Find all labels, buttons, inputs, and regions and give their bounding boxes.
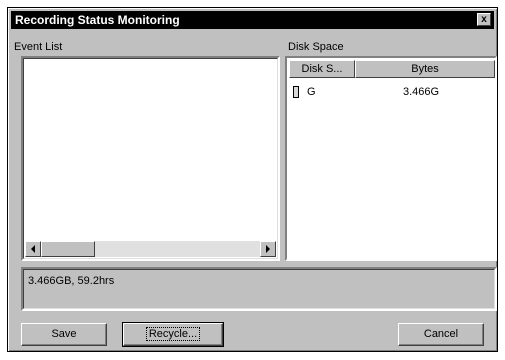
event-list-hscrollbar[interactable] <box>25 241 276 257</box>
scroll-thumb[interactable] <box>41 241 95 257</box>
event-list-label: Event List <box>14 41 63 53</box>
disk-space-label: Disk Space <box>288 41 344 53</box>
drive-name: G <box>307 86 316 98</box>
recycle-button[interactable]: Recycle... <box>122 322 224 347</box>
scroll-right-button[interactable] <box>260 241 276 257</box>
cancel-button-label: Cancel <box>423 328 459 340</box>
arrow-left-icon <box>31 245 35 253</box>
title-bar[interactable]: Recording Status Monitoring x <box>11 11 494 29</box>
cancel-button[interactable]: Cancel <box>398 323 484 346</box>
disk-space-list[interactable]: Disk S... Bytes G 3.466G <box>285 56 497 261</box>
status-field: 3.466GB, 59.2hrs <box>21 267 497 311</box>
event-list[interactable] <box>21 56 280 261</box>
column-header-disk[interactable]: Disk S... <box>289 60 355 78</box>
drive-icon <box>293 86 299 98</box>
drive-bytes: 3.466G <box>403 86 440 98</box>
list-item[interactable]: G 3.466G <box>293 85 489 101</box>
recycle-button-label: Recycle... <box>145 327 201 341</box>
recording-status-dialog: Recording Status Monitoring x Event List… <box>7 7 498 352</box>
scroll-left-button[interactable] <box>25 241 41 257</box>
close-button[interactable]: x <box>477 13 491 26</box>
arrow-right-icon <box>266 245 270 253</box>
window-title: Recording Status Monitoring <box>15 13 180 27</box>
column-header-bytes[interactable]: Bytes <box>355 60 495 78</box>
event-list-frame <box>23 58 278 259</box>
status-text: 3.466GB, 59.2hrs <box>28 275 115 287</box>
save-button-label: Save <box>51 328 77 340</box>
save-button[interactable]: Save <box>21 323 107 346</box>
